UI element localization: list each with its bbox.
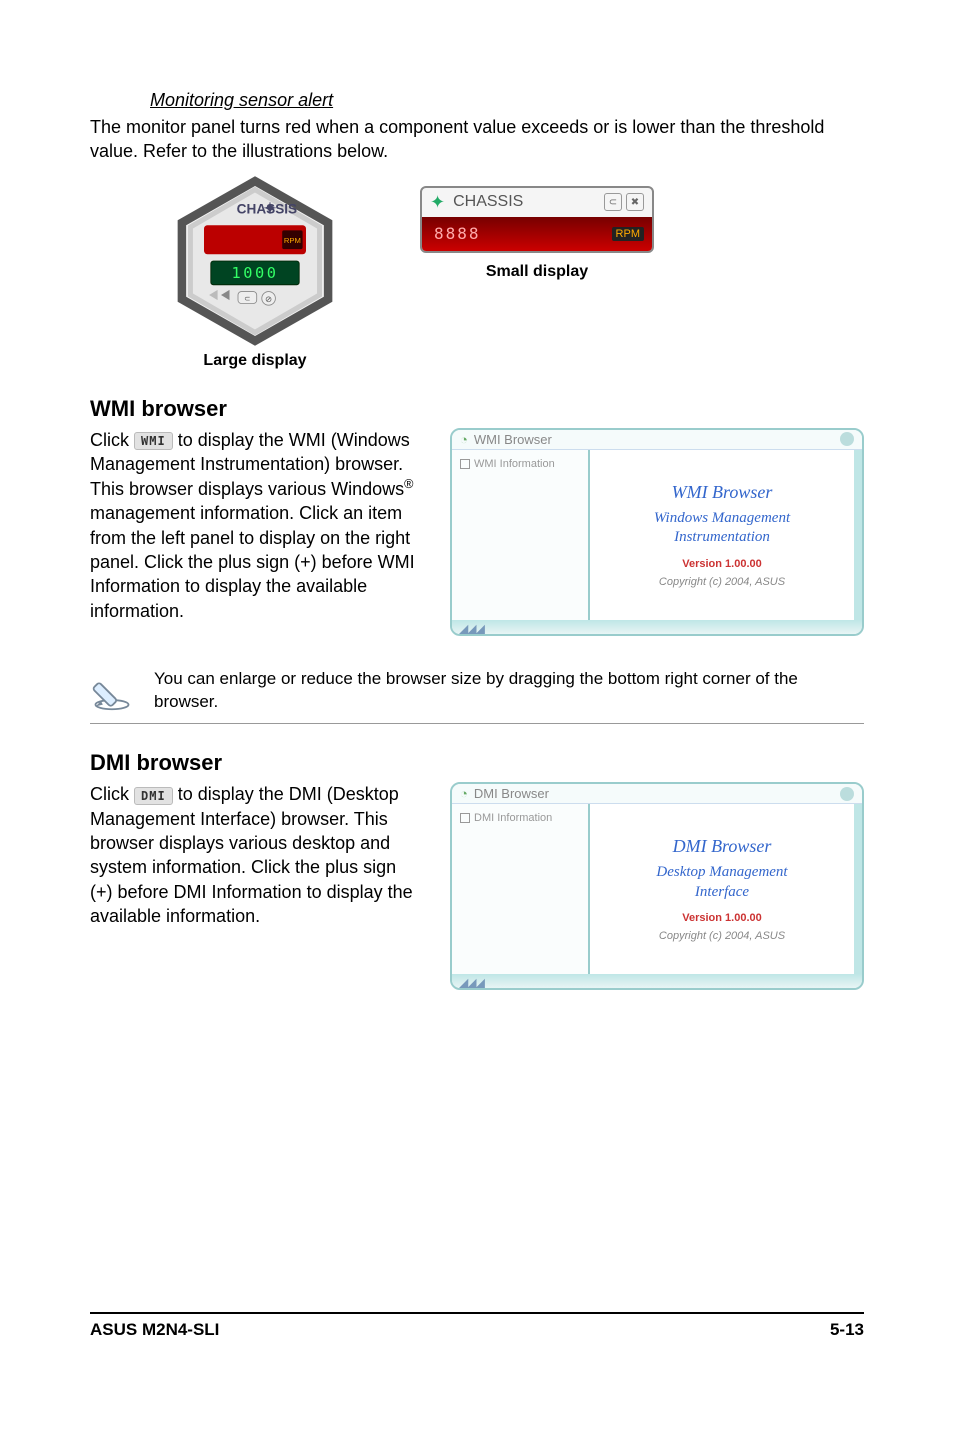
- svg-text:⊘: ⊘: [265, 293, 272, 303]
- note-row: You can enlarge or reduce the browser si…: [90, 658, 864, 725]
- small-display-title: CHASSIS: [453, 193, 523, 211]
- small-display-panel: ✦ CHASSIS ⊂ ✖ 8888 RPM: [420, 186, 654, 253]
- wmi-tree-root[interactable]: WMI Information: [474, 458, 555, 470]
- sensor-alert-para: The monitor panel turns red when a compo…: [90, 115, 864, 164]
- note-text: You can enlarge or reduce the browser si…: [154, 668, 864, 714]
- small-display-digits: 8888: [434, 224, 481, 243]
- dmi-main-title: DMI Browser: [673, 836, 772, 857]
- dmi-browser-window: ◔ DMI Browser DMI Information DMI Browse…: [450, 782, 864, 990]
- svg-text:1000: 1000: [231, 264, 278, 282]
- wmi-browser-window: ◔ WMI Browser WMI Information WMI Browse…: [450, 428, 864, 636]
- dmi-para-pre: Click: [90, 784, 134, 804]
- dmi-version: Version 1.00.00: [682, 912, 762, 924]
- wmi-heading: WMI browser: [90, 396, 864, 422]
- dmi-main-panel: DMI Browser Desktop ManagementInterface …: [590, 804, 862, 974]
- window-close-icon[interactable]: [840, 787, 854, 801]
- sensor-alert-heading: Monitoring sensor alert: [150, 90, 864, 111]
- expand-icon[interactable]: ⊂: [604, 193, 622, 211]
- wmi-main-title: WMI Browser: [672, 482, 773, 503]
- pencil-icon: [90, 668, 134, 712]
- dmi-copyright: Copyright (c) 2004, ASUS: [659, 930, 785, 942]
- window-icon: ◔: [460, 432, 468, 447]
- fan-icon: ✦: [430, 192, 445, 213]
- wmi-tree-panel[interactable]: WMI Information: [452, 450, 590, 620]
- displays-row: ✦ CHASSIS RPM 1000 ⊘ ⊂: [170, 176, 864, 370]
- dmi-heading: DMI browser: [90, 750, 864, 776]
- wmi-main-panel: WMI Browser Windows ManagementInstrument…: [590, 450, 862, 620]
- window-close-icon[interactable]: [840, 432, 854, 446]
- tree-expand-icon[interactable]: [460, 813, 470, 823]
- large-display-caption: Large display: [170, 352, 340, 370]
- hex-large-display: ✦ CHASSIS RPM 1000 ⊘ ⊂: [170, 176, 340, 346]
- wmi-para-tail: management information. Click an item fr…: [90, 503, 415, 620]
- footer-left: ASUS M2N4-SLI: [90, 1320, 219, 1340]
- window-icon: ◔: [460, 786, 468, 801]
- svg-text:CHASSIS: CHASSIS: [237, 201, 297, 216]
- svg-text:RPM: RPM: [284, 236, 301, 245]
- wmi-button[interactable]: WMI: [134, 432, 173, 450]
- wmi-copyright: Copyright (c) 2004, ASUS: [659, 576, 785, 588]
- rpm-label: RPM: [612, 227, 644, 241]
- dmi-tree-root[interactable]: DMI Information: [474, 812, 552, 824]
- svg-text:⊂: ⊂: [244, 294, 250, 303]
- page-footer: ASUS M2N4-SLI 5-13: [90, 1312, 864, 1340]
- dmi-window-title: DMI Browser: [474, 786, 549, 801]
- wmi-paragraph: Click WMI to display the WMI (Windows Ma…: [90, 428, 420, 623]
- resize-grip-icon[interactable]: ◢◢◢: [456, 620, 481, 636]
- footer-right: 5-13: [830, 1320, 864, 1340]
- dmi-main-subtitle: Desktop ManagementInterface: [656, 863, 787, 902]
- reg-mark: ®: [404, 477, 413, 491]
- dmi-paragraph: Click DMI to display the DMI (Desktop Ma…: [90, 782, 420, 928]
- close-icon[interactable]: ✖: [626, 193, 644, 211]
- dmi-para-post: to display the DMI (Desktop Management I…: [90, 784, 413, 925]
- wmi-main-subtitle: Windows ManagementInstrumentation: [654, 509, 790, 548]
- tree-expand-icon[interactable]: [460, 459, 470, 469]
- wmi-window-title: WMI Browser: [474, 432, 552, 447]
- small-display-caption: Small display: [420, 263, 654, 281]
- dmi-tree-panel[interactable]: DMI Information: [452, 804, 590, 974]
- wmi-version: Version 1.00.00: [682, 558, 762, 570]
- wmi-para-pre: Click: [90, 430, 134, 450]
- resize-grip-icon[interactable]: ◢◢◢: [456, 974, 481, 990]
- dmi-button[interactable]: DMI: [134, 787, 173, 805]
